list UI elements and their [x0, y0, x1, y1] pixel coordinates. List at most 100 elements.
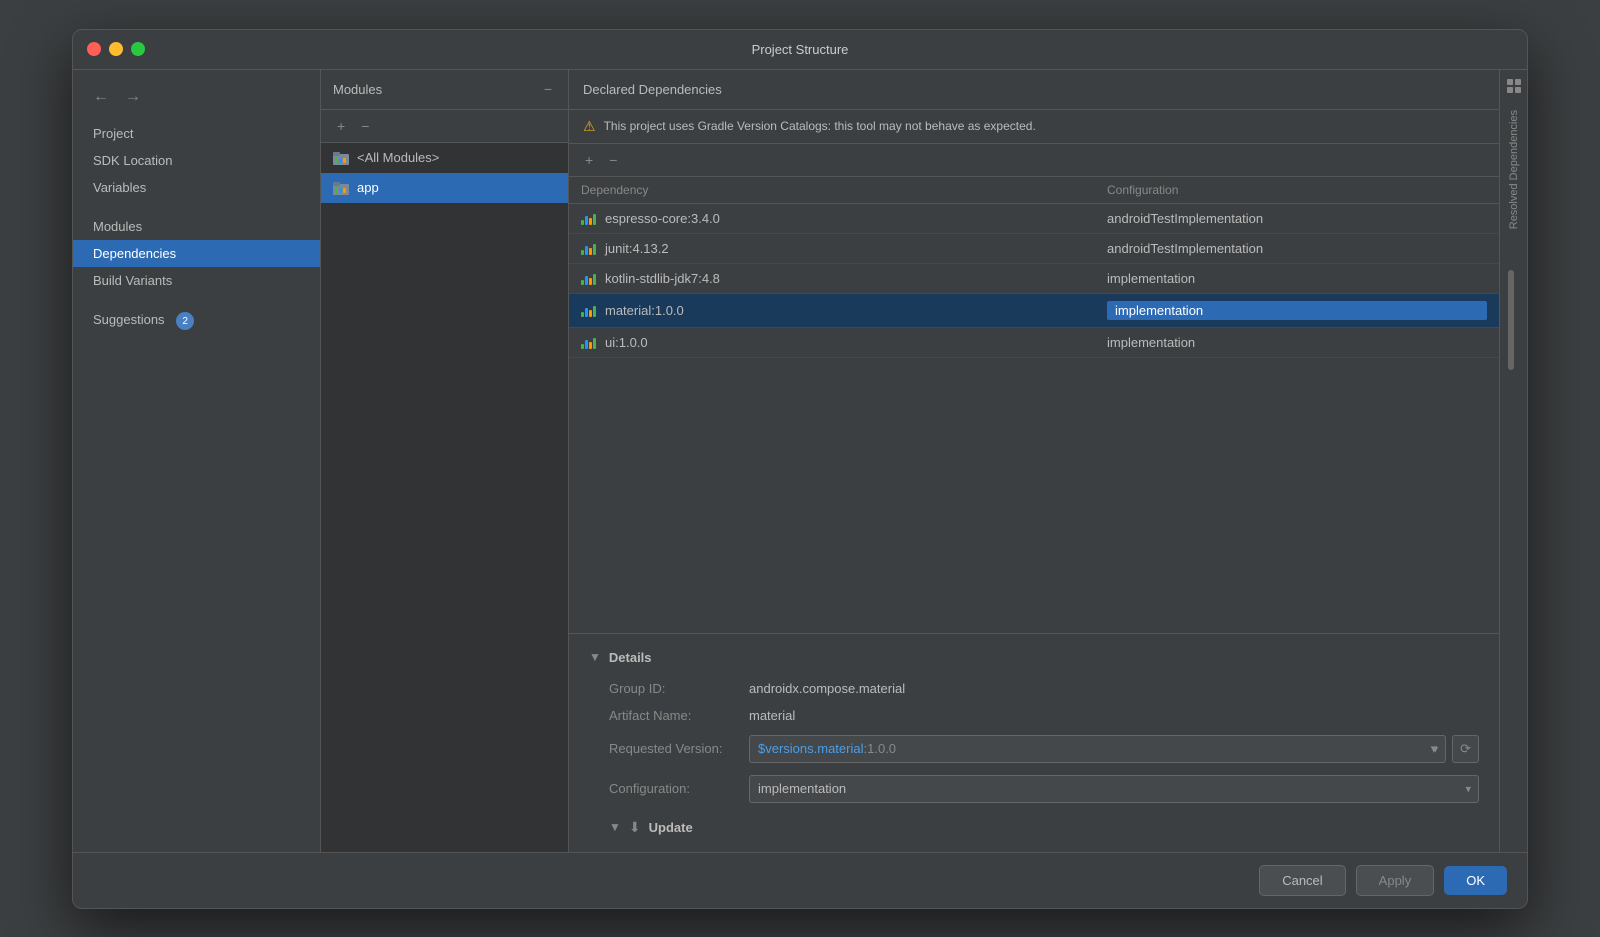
- artifact-name-value: material: [749, 708, 1479, 723]
- suggestions-badge: 2: [176, 312, 194, 330]
- declared-deps-header: Declared Dependencies: [569, 70, 1499, 110]
- group-id-value: androidx.compose.material: [749, 681, 1479, 696]
- configuration-select[interactable]: implementation api compileOnly runtimeOn…: [749, 775, 1479, 803]
- table-row[interactable]: junit:4.13.2 androidTestImplementation: [569, 234, 1499, 264]
- apply-button[interactable]: Apply: [1356, 865, 1435, 896]
- table-row[interactable]: kotlin-stdlib-jdk7:4.8 implementation: [569, 264, 1499, 294]
- dep-name: junit:4.13.2: [605, 241, 669, 256]
- dep-bar-icon: [581, 335, 597, 349]
- update-download-icon: ⬇: [629, 819, 641, 836]
- conf-cell: androidTestImplementation: [1107, 211, 1487, 226]
- footer: Cancel Apply OK: [73, 852, 1527, 908]
- modules-collapse-button[interactable]: −: [540, 79, 556, 99]
- dep-bar-icon: [581, 271, 597, 285]
- module-item-app[interactable]: app: [321, 173, 568, 203]
- folder-icon: [333, 150, 349, 166]
- sidebar-item-sdk-location[interactable]: SDK Location: [73, 147, 320, 174]
- resolved-deps-label[interactable]: Resolved Dependencies: [1508, 110, 1520, 229]
- update-section: ▼ ⬇ Update: [589, 819, 1479, 836]
- warning-icon: ⚠: [583, 118, 596, 135]
- dep-name: ui:1.0.0: [605, 335, 648, 350]
- sidebar-item-build-variants[interactable]: Build Variants: [73, 267, 320, 294]
- back-button[interactable]: ←: [89, 86, 113, 108]
- resolved-deps-tab[interactable]: Resolved Dependencies: [1499, 70, 1527, 852]
- version-plain: 1.0.0: [867, 741, 896, 756]
- project-structure-window: Project Structure ← → Project SDK Locati…: [72, 29, 1528, 909]
- sidebar: ← → Project SDK Location Variables Modul…: [73, 70, 321, 852]
- dep-cell: material:1.0.0: [581, 303, 1107, 318]
- sidebar-item-project[interactable]: Project: [73, 120, 320, 147]
- modules-add-button[interactable]: +: [333, 116, 349, 136]
- dep-bar-icon: [581, 241, 597, 255]
- dep-name: espresso-core:3.4.0: [605, 211, 720, 226]
- scrollbar-thumb[interactable]: [1508, 270, 1514, 370]
- ok-button[interactable]: OK: [1444, 866, 1507, 895]
- sidebar-item-variables[interactable]: Variables: [73, 174, 320, 201]
- dep-name: material:1.0.0: [605, 303, 684, 318]
- update-chevron-icon[interactable]: ▼: [609, 820, 621, 834]
- table-row-selected[interactable]: material:1.0.0 implementation: [569, 294, 1499, 328]
- dep-cell: ui:1.0.0: [581, 335, 1107, 350]
- module-all-label: <All Modules>: [357, 150, 439, 165]
- col-dependency-header: Dependency: [581, 183, 1107, 197]
- details-title: Details: [609, 650, 652, 665]
- titlebar: Project Structure: [73, 30, 1527, 70]
- deps-toolbar: + −: [569, 144, 1499, 177]
- update-title: Update: [649, 820, 693, 835]
- details-chevron-icon[interactable]: ▼: [589, 650, 601, 664]
- module-item-all[interactable]: <All Modules>: [321, 143, 568, 173]
- details-panel: ▼ Details Group ID: androidx.compose.mat…: [569, 633, 1499, 852]
- module-app-label: app: [357, 180, 379, 195]
- table-header: Dependency Configuration: [569, 177, 1499, 204]
- sidebar-item-dependencies[interactable]: Dependencies: [73, 240, 320, 267]
- warning-text: This project uses Gradle Version Catalog…: [604, 119, 1036, 133]
- conf-cell: implementation: [1107, 335, 1487, 350]
- details-fields: Group ID: androidx.compose.material Arti…: [589, 681, 1479, 803]
- sidebar-gap: [73, 201, 320, 213]
- sidebar-gap2: [73, 294, 320, 306]
- sidebar-item-suggestions[interactable]: Suggestions 2: [73, 306, 320, 337]
- dep-bar-icon: [581, 211, 597, 225]
- dep-cell: kotlin-stdlib-jdk7:4.8: [581, 271, 1107, 286]
- configuration-label: Configuration:: [609, 781, 749, 796]
- table-row[interactable]: espresso-core:3.4.0 androidTestImplement…: [569, 204, 1499, 234]
- grid-icon: [1506, 78, 1522, 94]
- minimize-button[interactable]: [109, 42, 123, 56]
- modules-title: Modules: [333, 82, 382, 97]
- window-title: Project Structure: [752, 42, 849, 57]
- deps-remove-button[interactable]: −: [605, 150, 621, 170]
- group-id-label: Group ID:: [609, 681, 749, 696]
- modules-panel: Modules − + −: [321, 70, 569, 852]
- dep-bar-icon: [581, 303, 597, 317]
- close-button[interactable]: [87, 42, 101, 56]
- sidebar-item-modules[interactable]: Modules: [73, 213, 320, 240]
- deps-table: Dependency Configuration: [569, 177, 1499, 633]
- conf-cell-selected: implementation: [1107, 301, 1487, 320]
- module-list: <All Modules> app: [321, 143, 568, 852]
- version-select-display[interactable]: $versions.material : 1.0.0 ▾: [749, 735, 1446, 763]
- main-content: ← → Project SDK Location Variables Modul…: [73, 70, 1527, 852]
- dep-name: kotlin-stdlib-jdk7:4.8: [605, 271, 720, 286]
- table-body: espresso-core:3.4.0 androidTestImplement…: [569, 204, 1499, 633]
- modules-remove-button[interactable]: −: [357, 116, 373, 136]
- deps-add-button[interactable]: +: [581, 150, 597, 170]
- dep-cell: junit:4.13.2: [581, 241, 1107, 256]
- table-row[interactable]: ui:1.0.0 implementation: [569, 328, 1499, 358]
- conf-cell: androidTestImplementation: [1107, 241, 1487, 256]
- version-link: $versions.material: [758, 741, 864, 756]
- details-header: ▼ Details: [589, 650, 1479, 665]
- modules-header: Modules −: [321, 70, 568, 110]
- app-folder-icon: [333, 180, 349, 196]
- modules-toolbar: + −: [321, 110, 568, 143]
- artifact-name-label: Artifact Name:: [609, 708, 749, 723]
- warning-bar: ⚠ This project uses Gradle Version Catal…: [569, 110, 1499, 144]
- forward-button[interactable]: →: [121, 86, 145, 108]
- maximize-button[interactable]: [131, 42, 145, 56]
- dep-cell: espresso-core:3.4.0: [581, 211, 1107, 226]
- refresh-button[interactable]: ⟳: [1452, 735, 1479, 763]
- right-panel: Declared Dependencies ⚠ This project use…: [569, 70, 1499, 852]
- version-select-wrapper: $versions.material : 1.0.0 ▾: [749, 735, 1446, 763]
- cancel-button[interactable]: Cancel: [1259, 865, 1345, 896]
- nav-arrows: ← →: [73, 82, 320, 120]
- conf-cell: implementation: [1107, 271, 1487, 286]
